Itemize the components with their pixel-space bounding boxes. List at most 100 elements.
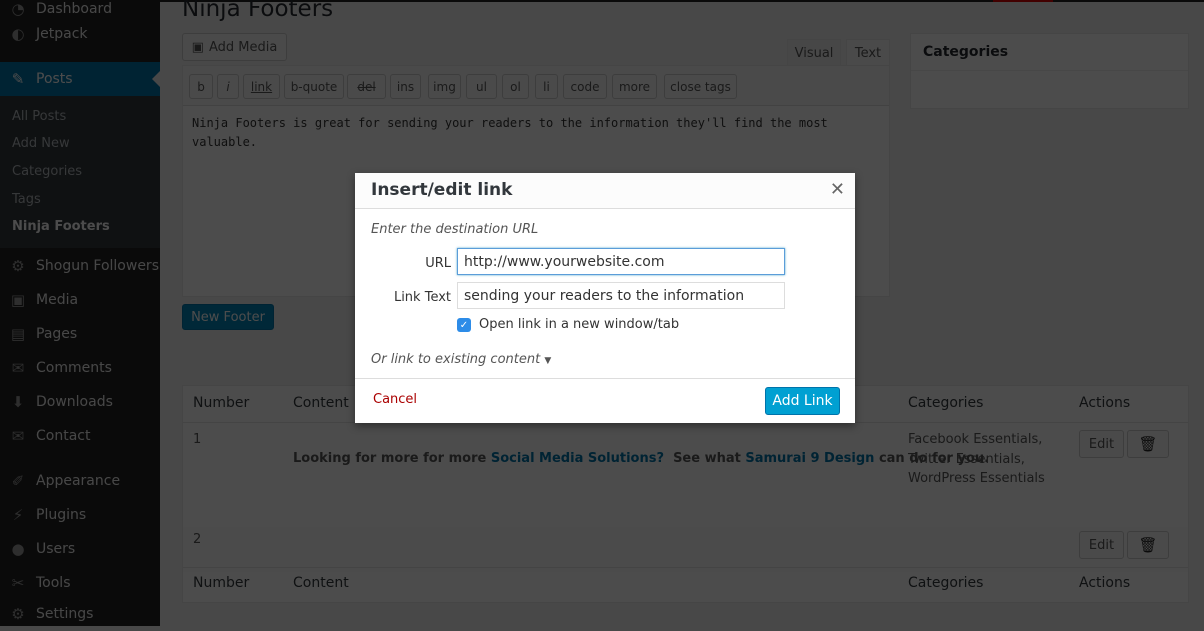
submenu-tags[interactable]: Tags bbox=[12, 192, 41, 207]
column-header-actions: Actions bbox=[1079, 395, 1131, 411]
quicktag-more-button[interactable]: more bbox=[612, 74, 657, 99]
trash-icon[interactable]: 🗑 bbox=[1127, 531, 1169, 559]
tab-visual[interactable]: Visual bbox=[787, 39, 841, 67]
footer-header-number[interactable]: Number bbox=[193, 575, 249, 591]
submenu-categories[interactable]: Categories bbox=[12, 164, 82, 179]
wrench-icon: ✂ bbox=[11, 574, 25, 592]
existing-content-toggle[interactable]: Or link to existing content ▼ bbox=[371, 352, 551, 367]
row-content: Looking for more for more Social Media S… bbox=[293, 449, 989, 469]
submenu-all-posts[interactable]: All Posts bbox=[12, 109, 66, 124]
footer-header-actions: Actions bbox=[1079, 575, 1131, 591]
quicktag-ol-button[interactable]: ol bbox=[502, 74, 529, 99]
sidebar-item-label: Jetpack bbox=[36, 26, 88, 42]
quicktag-ul-button[interactable]: ul bbox=[466, 74, 497, 99]
link-text-input[interactable]: sending your readers to the information bbox=[457, 282, 785, 309]
editor-textarea[interactable]: Ninja Footers is great for sending your … bbox=[192, 114, 872, 152]
footer-header-content[interactable]: Content bbox=[293, 575, 349, 591]
sidebar-item-users[interactable]: ● Users bbox=[0, 532, 160, 566]
quicktag-img-button[interactable]: img bbox=[428, 74, 461, 99]
submenu-ninja-footers[interactable]: Ninja Footers bbox=[12, 219, 110, 234]
new-tab-label[interactable]: Open link in a new window/tab bbox=[479, 317, 679, 332]
admin-bar-notification[interactable] bbox=[993, 0, 1053, 2]
media-icon: ▣ bbox=[10, 291, 26, 309]
content-link[interactable]: Social Media Solutions? bbox=[491, 451, 664, 466]
categories-title: Categories bbox=[911, 34, 1188, 71]
add-link-button[interactable]: Add Link bbox=[765, 387, 840, 415]
column-header-categories[interactable]: Categories bbox=[908, 395, 983, 411]
close-icon[interactable]: ✕ bbox=[830, 179, 845, 200]
quicktag-ins-button[interactable]: ins bbox=[390, 74, 421, 99]
sidebar-item-tools[interactable]: ✂ Tools bbox=[0, 566, 160, 600]
jetpack-icon: ◐ bbox=[11, 25, 25, 43]
sidebar-item-label: Comments bbox=[36, 360, 112, 376]
edit-button[interactable]: Edit bbox=[1079, 430, 1124, 458]
categories-box: Categories bbox=[910, 33, 1189, 109]
row-number: 2 bbox=[193, 532, 202, 547]
trash-icon[interactable]: 🗑 bbox=[1127, 430, 1169, 458]
sidebar-item-label: Pages bbox=[36, 326, 78, 342]
sidebar-item-label: Shogun Followers bbox=[36, 258, 159, 274]
gear-icon: ⚙ bbox=[11, 257, 25, 275]
submenu-add-new[interactable]: Add New bbox=[12, 136, 70, 151]
quicktag-i-button[interactable]: i bbox=[217, 74, 239, 99]
url-input[interactable]: http://www.yourwebsite.com bbox=[457, 248, 785, 275]
cancel-link[interactable]: Cancel bbox=[373, 392, 417, 407]
instructions: Enter the destination URL bbox=[371, 222, 539, 237]
quicktag-close-tags-button[interactable]: close tags bbox=[664, 74, 737, 99]
column-header-content[interactable]: Content bbox=[293, 395, 349, 411]
insert-link-dialog: Insert/edit link ✕ Enter the destination… bbox=[355, 173, 855, 423]
sidebar-item-appearance[interactable]: ✐ Appearance bbox=[0, 464, 160, 498]
brush-icon: ✐ bbox=[11, 472, 25, 490]
quicktag-code-button[interactable]: code bbox=[563, 74, 607, 99]
sidebar-item-label: Users bbox=[36, 541, 76, 557]
sidebar-item-media[interactable]: ▣ Media bbox=[0, 283, 160, 317]
sidebar-item-comments[interactable]: ✉ Comments bbox=[0, 351, 160, 385]
sidebar-item-label: Settings bbox=[36, 606, 94, 622]
admin-sidebar: ◔ Dashboard ◐ Jetpack ✎ Posts All Posts Add… bbox=[0, 0, 160, 626]
quicktag-li-button[interactable]: li bbox=[535, 74, 558, 99]
pages-icon: ▤ bbox=[10, 325, 26, 343]
content-text: See what bbox=[664, 451, 746, 466]
url-label: URL bbox=[425, 256, 451, 271]
add-media-label: Add Media bbox=[208, 39, 278, 55]
settings-icon: ⚙ bbox=[11, 605, 25, 623]
link-text-label: Link Text bbox=[393, 290, 451, 305]
category: WordPress Essentials bbox=[908, 471, 1045, 486]
comment-icon: ✉ bbox=[11, 359, 25, 377]
quicktag-del-button[interactable]: del bbox=[347, 74, 386, 99]
sidebar-item-label: Posts bbox=[36, 71, 73, 87]
sidebar-item-label: Downloads bbox=[36, 394, 113, 410]
tab-text[interactable]: Text bbox=[846, 39, 890, 67]
triangle-down-icon: ▼ bbox=[544, 356, 552, 366]
add-media-button[interactable]: ▣ Add Media bbox=[182, 33, 287, 61]
sidebar-item-contact[interactable]: ✉ Contact bbox=[0, 419, 160, 453]
dialog-title: Insert/edit link bbox=[355, 173, 855, 209]
quicktag-b-button[interactable]: b bbox=[189, 74, 213, 99]
sidebar-item-label: Tools bbox=[36, 575, 71, 591]
sidebar-item-pages[interactable]: ▤ Pages bbox=[0, 317, 160, 351]
sidebar-item-jetpack[interactable]: ◐ Jetpack bbox=[0, 17, 160, 51]
posts-submenu: All Posts Add New Categories Tags Ninja … bbox=[0, 96, 160, 248]
category: Facebook Essentials, bbox=[908, 432, 1043, 447]
edit-button[interactable]: Edit bbox=[1079, 531, 1124, 559]
sidebar-item-label: Dashboard bbox=[36, 1, 112, 17]
new-tab-checkbox[interactable]: ✓ bbox=[457, 318, 471, 332]
sidebar-item-posts[interactable]: ✎ Posts bbox=[0, 62, 160, 96]
admin-bar bbox=[0, 0, 1204, 2]
plugin-icon: ⚡ bbox=[12, 506, 24, 524]
footer-header-categories[interactable]: Categories bbox=[908, 575, 983, 591]
dashboard-icon: ◔ bbox=[11, 0, 25, 18]
content-link[interactable]: Samurai 9 Design bbox=[745, 451, 874, 466]
divider bbox=[183, 567, 1188, 568]
mail-icon: ✉ bbox=[11, 427, 25, 445]
sidebar-item-shogun-followers[interactable]: ⚙ Shogun Followers bbox=[0, 249, 160, 283]
page-title: Ninja Footers bbox=[182, 0, 334, 22]
column-header-number[interactable]: Number bbox=[193, 395, 249, 411]
quicktag-b-quote-button[interactable]: b-quote bbox=[284, 74, 344, 99]
sidebar-item-downloads[interactable]: ⬇ Downloads bbox=[0, 385, 160, 419]
sidebar-item-plugins[interactable]: ⚡ Plugins bbox=[0, 498, 160, 532]
user-icon: ● bbox=[11, 540, 25, 558]
content-text: Looking for more for more bbox=[293, 451, 491, 466]
quicktag-link-button[interactable]: link bbox=[243, 74, 280, 99]
new-footer-button[interactable]: New Footer bbox=[182, 304, 274, 330]
